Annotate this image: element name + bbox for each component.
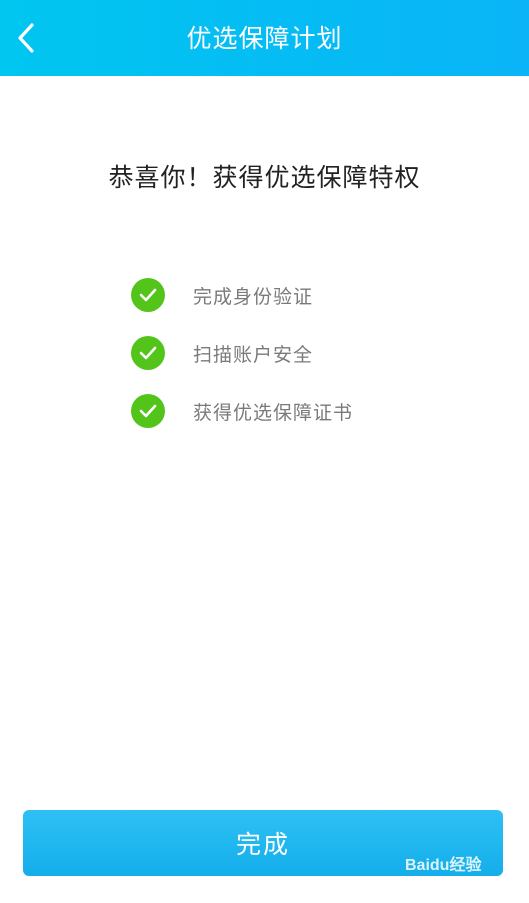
page-title: 优选保障计划 <box>186 24 343 53</box>
check-circle-icon <box>131 336 165 370</box>
list-item: 完成身份验证 <box>131 276 471 314</box>
check-circle-icon <box>131 394 165 428</box>
watermark-sub: jingyan.baidu.com <box>407 875 480 885</box>
app-header: 优选保障计划 <box>0 0 529 76</box>
list-item: 扫描账户安全 <box>131 334 471 372</box>
congrats-heading: 恭喜你！获得优选保障特权 <box>108 163 421 192</box>
watermark-main: Baidu经验 <box>405 857 482 874</box>
step-label: 完成身份验证 <box>193 285 314 308</box>
list-item: 获得优选保障证书 <box>131 392 471 430</box>
step-label: 获得优选保障证书 <box>193 401 354 424</box>
check-circle-icon <box>131 278 165 312</box>
watermark-logo: Baidu经验 jingyan.baidu.com <box>405 845 525 895</box>
steps-list: 完成身份验证 扫描账户安全 获得优选保障证书 <box>131 276 471 450</box>
screen: 优选保障计划 恭喜你！获得优选保障特权 完成身份验证 扫描账户安全 获得优选保障… <box>0 0 529 903</box>
step-label: 扫描账户安全 <box>193 343 314 366</box>
